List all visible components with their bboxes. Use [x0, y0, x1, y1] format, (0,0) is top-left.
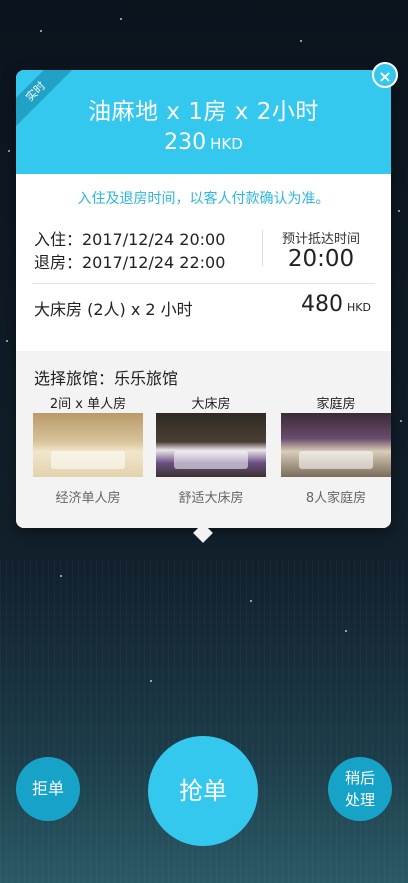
order-price: 230 HKD	[16, 130, 391, 155]
reject-button[interactable]: 拒单	[16, 757, 80, 821]
horizontal-divider	[32, 283, 375, 284]
checkin-time: 入住：2017/12/24 20:00	[34, 230, 226, 249]
checkout-time: 退房：2017/12/24 22:00	[34, 253, 226, 272]
room-option-type: 家庭房	[316, 397, 356, 412]
grab-order-button[interactable]: 抢单	[148, 736, 258, 846]
room-photo-family	[281, 413, 391, 477]
order-card: 实时 油麻地 x 1房 x 2小时 230 HKD 入住及退房时间，以客人付款确认…	[16, 70, 391, 528]
room-option-caption: 舒适大床房	[178, 491, 244, 506]
room-option-family[interactable]: 家庭房 8人家庭房	[281, 393, 391, 506]
room-option-type: 2间 x 单人房	[49, 397, 127, 412]
time-notice: 入住及退房时间，以客人付款确认为准。	[77, 191, 330, 207]
room-option-double[interactable]: 大床房 舒适大床房	[156, 393, 266, 506]
room-option-single[interactable]: 2间 x 单人房 经济单人房	[33, 393, 143, 506]
close-icon[interactable]: ×	[372, 62, 398, 88]
room-photo-single	[33, 413, 143, 477]
vertical-divider	[262, 230, 263, 266]
room-option-type: 大床房	[191, 397, 231, 412]
eta-label: 预计抵达时间	[281, 232, 360, 247]
room-description: 大床房 (2人) x 2 小时	[34, 300, 193, 319]
star-dot	[6, 340, 8, 342]
room-option-caption: 经济单人房	[55, 491, 121, 506]
star-dot	[8, 150, 10, 152]
star-dot	[400, 420, 402, 422]
order-price-value: 230	[164, 130, 207, 155]
room-option-caption: 8人家庭房	[305, 491, 367, 506]
hotel-title: 选择旅馆：乐乐旅馆	[34, 369, 179, 388]
handle-later-button[interactable]: 稍后 处理	[328, 757, 392, 821]
room-price-currency: HKD	[347, 301, 371, 314]
star-dot	[398, 210, 400, 212]
star-dot	[120, 18, 122, 20]
room-price-value: 480	[301, 292, 344, 317]
stay-times: 入住：2017/12/24 20:00 退房：2017/12/24 22:00	[34, 228, 225, 274]
star-dot	[300, 40, 302, 42]
order-header: 实时 油麻地 x 1房 x 2小时 230 HKD	[16, 70, 391, 174]
star-dot	[40, 30, 42, 32]
eta-time: 20:00	[287, 246, 355, 272]
order-title: 油麻地 x 1房 x 2小时	[88, 99, 319, 125]
handle-later-label-line2: 处理	[344, 791, 375, 809]
handle-later-label-line1: 稍后	[344, 769, 375, 787]
room-price: 480 HKD	[301, 292, 371, 317]
order-price-currency: HKD	[210, 135, 243, 153]
hotel-selection: 选择旅馆：乐乐旅馆 2间 x 单人房 经济单人房 大床房 舒适大床房 家庭房 8…	[16, 351, 391, 528]
room-photo-double	[156, 413, 266, 477]
